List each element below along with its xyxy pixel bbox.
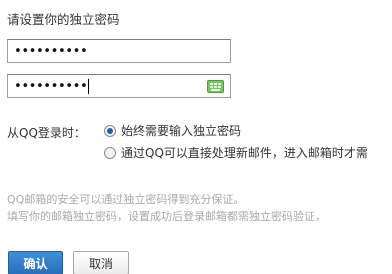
radio-label: 始终需要输入独立密码 bbox=[121, 124, 242, 138]
password-input[interactable]: •••••••••• bbox=[7, 39, 231, 63]
page-heading: 请设置你的独立密码 bbox=[7, 12, 120, 27]
confirm-password-input-value: •••••••••• bbox=[14, 78, 88, 94]
radio-button[interactable] bbox=[104, 146, 116, 159]
confirm-password-input[interactable]: •••••••••• bbox=[7, 74, 231, 98]
virtual-keyboard-icon[interactable] bbox=[207, 80, 224, 93]
text-caret bbox=[88, 78, 90, 94]
radio-label: 通过QQ可以直接处理新邮件，进入邮箱时才需 bbox=[121, 146, 368, 160]
qq-login-label: 从QQ登录时： bbox=[7, 126, 86, 140]
confirm-button[interactable]: 确认 bbox=[8, 251, 63, 274]
security-hint-text: QQ邮箱的安全可以通过独立密码得到充分保证。 bbox=[7, 193, 245, 206]
radio-qq-direct-access[interactable]: 通过QQ可以直接处理新邮件，进入邮箱时才需 bbox=[104, 144, 368, 161]
password-input-value: •••••••••• bbox=[14, 43, 88, 59]
radio-always-require-password[interactable]: 始终需要输入独立密码 bbox=[104, 122, 241, 139]
cancel-button[interactable]: 取消 bbox=[73, 251, 129, 274]
radio-button-selected[interactable] bbox=[104, 124, 116, 137]
setup-hint-text: 填写你的邮箱独立密码，设置成功后登录邮箱都需独立密码验证， bbox=[7, 210, 326, 223]
set-independent-password-page: 请设置你的独立密码 •••••••••• •••••••••• 从QQ登录时： … bbox=[0, 0, 392, 274]
